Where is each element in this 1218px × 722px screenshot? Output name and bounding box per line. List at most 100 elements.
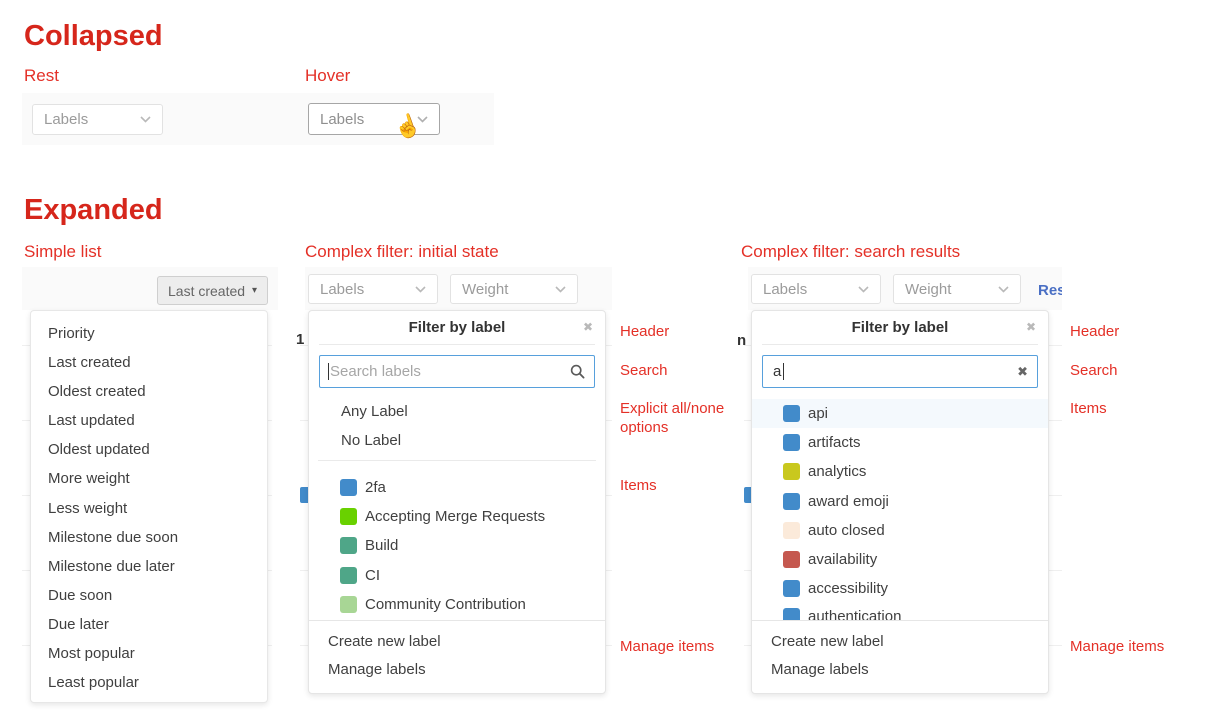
weight-dropdown-toggle[interactable]: Weight bbox=[893, 274, 1021, 304]
annotation-header: Header bbox=[1070, 322, 1190, 341]
label-color-chip bbox=[783, 522, 800, 539]
label-item[interactable]: award emoji bbox=[752, 487, 1048, 516]
page: Collapsed Rest Hover Labels Labels ☝ Exp… bbox=[0, 0, 1218, 722]
label-name: award emoji bbox=[808, 493, 889, 510]
dropdown-header: Filter by label ✖ bbox=[309, 311, 605, 344]
clear-search-icon[interactable]: ✖ bbox=[1017, 355, 1028, 388]
toggle-label: Labels bbox=[44, 111, 88, 128]
dropdown-menu-item[interactable]: Due later bbox=[31, 610, 267, 639]
label-name: api bbox=[808, 405, 828, 422]
rest-state-label: Rest bbox=[24, 66, 59, 86]
label-item[interactable]: api bbox=[752, 399, 1048, 428]
toggle-label: Labels bbox=[763, 281, 807, 298]
dropdown-menu-item[interactable]: Any Label bbox=[309, 397, 605, 426]
dropdown-title: Filter by label bbox=[752, 311, 1048, 345]
label-name: 2fa bbox=[365, 479, 386, 496]
simple-list-label: Simple list bbox=[24, 242, 101, 262]
label-item[interactable]: accessibility bbox=[752, 574, 1048, 603]
footer-action[interactable]: Create new label bbox=[752, 628, 1048, 656]
search-results-label: Complex filter: search results bbox=[741, 242, 960, 262]
label-name: authentication bbox=[808, 608, 901, 620]
label-item[interactable]: artifacts bbox=[752, 428, 1048, 457]
dropdown-menu-item[interactable]: Priority bbox=[31, 319, 267, 348]
label-color-chip bbox=[340, 567, 357, 584]
search-labels-input[interactable] bbox=[319, 355, 595, 388]
search-field-wrap: ✖ bbox=[762, 355, 1038, 388]
caret-down-icon: ▾ bbox=[252, 285, 257, 296]
annotation-search: Search bbox=[620, 361, 740, 380]
label-color-chip bbox=[340, 479, 357, 496]
label-item[interactable]: availability bbox=[752, 545, 1048, 574]
dropdown-menu-item[interactable]: Less weight bbox=[31, 494, 267, 523]
annotation-items: Items bbox=[1070, 399, 1190, 418]
sort-dropdown-menu: Priority Last created Oldest created Las… bbox=[30, 310, 268, 703]
dropdown-menu-item[interactable]: Last updated bbox=[31, 406, 267, 435]
label-items-list: api artifacts analytics award emoji bbox=[752, 388, 1048, 620]
label-color-chip bbox=[340, 537, 357, 554]
dropdown-menu-item[interactable]: Last created bbox=[31, 348, 267, 377]
dropdown-title: Filter by label bbox=[309, 311, 605, 345]
footer-action[interactable]: Manage labels bbox=[309, 656, 605, 684]
reset-labels-link[interactable]: Res bbox=[1038, 282, 1062, 299]
label-color-chip bbox=[783, 551, 800, 568]
label-color-chip bbox=[783, 463, 800, 480]
dropdown-footer: Create new label Manage labels bbox=[752, 620, 1048, 693]
label-color-chip bbox=[783, 434, 800, 451]
dropdown-menu-item[interactable]: Milestone due later bbox=[31, 552, 267, 581]
chevron-down-icon bbox=[858, 286, 869, 293]
label-item[interactable]: Community Contribution bbox=[309, 590, 605, 619]
chevron-down-icon bbox=[555, 286, 566, 293]
label-color-chip bbox=[340, 508, 357, 525]
toggle-label: Weight bbox=[462, 281, 508, 298]
toggle-label: Labels bbox=[320, 281, 364, 298]
label-item[interactable]: authentication bbox=[752, 603, 1048, 620]
label-item[interactable]: 2fa bbox=[309, 473, 605, 502]
label-color-chip bbox=[783, 493, 800, 510]
label-item[interactable]: Accepting Merge Requests bbox=[309, 502, 605, 531]
label-color-chip bbox=[783, 580, 800, 597]
label-filter-dropdown-initial: Filter by label ✖ Any Label No Label bbox=[308, 310, 606, 694]
label-item[interactable]: auto closed bbox=[752, 516, 1048, 545]
sort-dropdown-toggle[interactable]: Last created ▾ bbox=[157, 276, 268, 305]
dropdown-menu-item[interactable]: More weight bbox=[31, 464, 267, 493]
chevron-down-icon bbox=[415, 286, 426, 293]
search-labels-input[interactable] bbox=[762, 355, 1038, 388]
hover-state-label: Hover bbox=[305, 66, 350, 86]
dropdown-footer: Create new label Manage labels bbox=[309, 620, 605, 693]
dropdown-menu-item[interactable]: No Label bbox=[309, 426, 605, 455]
labels-dropdown-toggle[interactable]: Labels bbox=[308, 274, 438, 304]
text-cursor bbox=[328, 363, 329, 380]
text-cursor bbox=[783, 363, 784, 380]
label-item[interactable]: analytics bbox=[752, 457, 1048, 486]
annotation-all-none: Explicit all/none options bbox=[620, 399, 740, 437]
footer-action[interactable]: Manage labels bbox=[752, 656, 1048, 684]
label-name: CI bbox=[365, 567, 380, 584]
label-name: auto closed bbox=[808, 522, 885, 539]
expanded-section-heading: Expanded bbox=[24, 194, 163, 227]
label-name: Community Contribution bbox=[365, 596, 526, 613]
label-item[interactable]: Build bbox=[309, 531, 605, 560]
label-name: artifacts bbox=[808, 434, 861, 451]
weight-dropdown-toggle[interactable]: Weight bbox=[450, 274, 578, 304]
dropdown-menu-item[interactable]: Most popular bbox=[31, 639, 267, 668]
label-color-chip bbox=[783, 405, 800, 422]
footer-action[interactable]: Create new label bbox=[309, 628, 605, 656]
dropdown-menu-item[interactable]: Oldest created bbox=[31, 377, 267, 406]
labels-dropdown-toggle-rest[interactable]: Labels bbox=[32, 104, 163, 135]
chevron-down-icon bbox=[998, 286, 1009, 293]
label-name: Accepting Merge Requests bbox=[365, 508, 545, 525]
chevron-down-icon bbox=[140, 116, 151, 123]
dropdown-menu-item[interactable]: Oldest updated bbox=[31, 435, 267, 464]
close-icon[interactable]: ✖ bbox=[1026, 311, 1036, 344]
toggle-label: Weight bbox=[905, 281, 951, 298]
dropdown-menu-item[interactable]: Due soon bbox=[31, 581, 267, 610]
close-icon[interactable]: ✖ bbox=[583, 311, 593, 344]
label-name: Build bbox=[365, 537, 398, 554]
label-item[interactable]: CI bbox=[309, 561, 605, 590]
collapsed-section-heading: Collapsed bbox=[24, 20, 163, 53]
labels-dropdown-toggle[interactable]: Labels bbox=[751, 274, 881, 304]
dropdown-menu-item[interactable]: Milestone due soon bbox=[31, 523, 267, 552]
initial-state-label: Complex filter: initial state bbox=[305, 242, 499, 262]
dropdown-menu-item[interactable]: Least popular bbox=[31, 668, 267, 697]
annotation-header: Header bbox=[620, 322, 740, 341]
